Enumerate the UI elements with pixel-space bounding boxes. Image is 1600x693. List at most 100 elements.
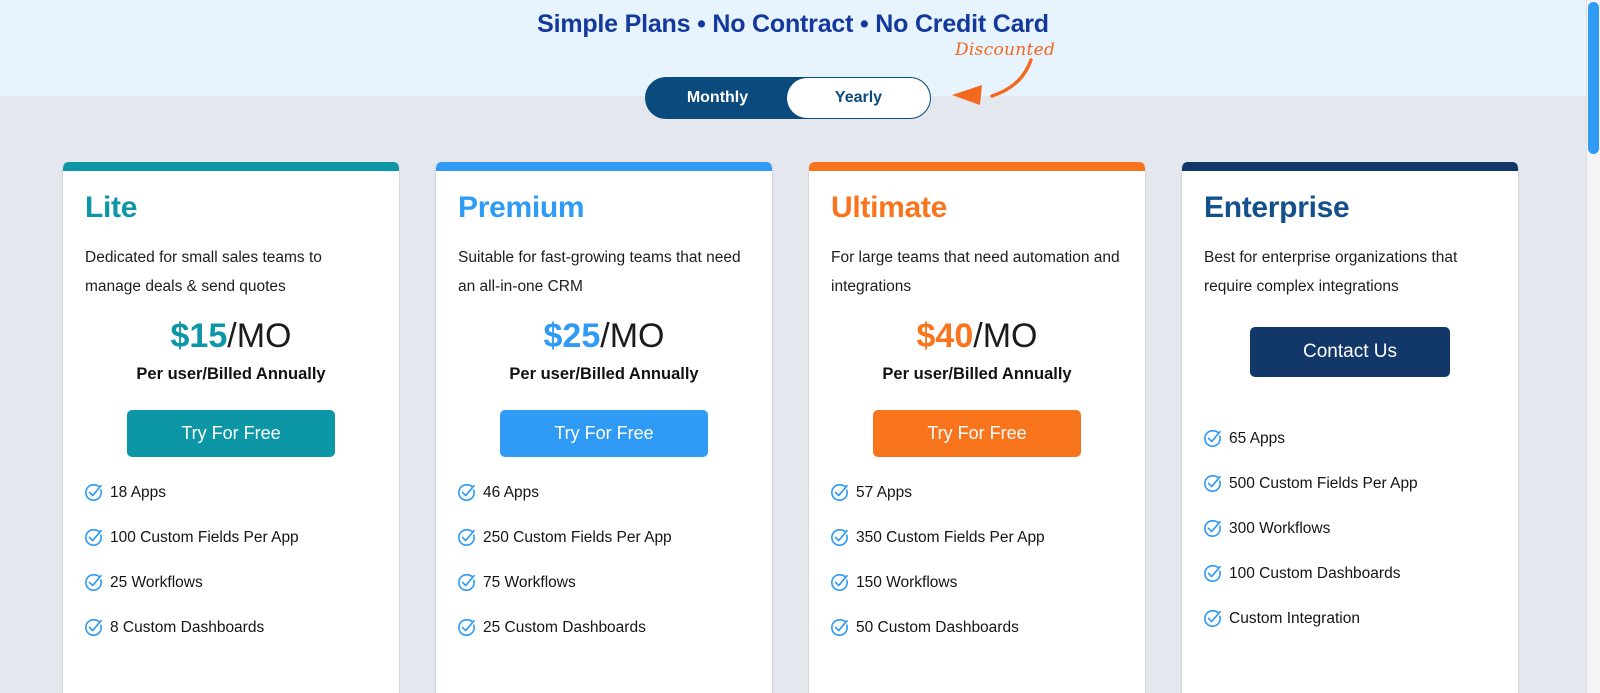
feature-item: 150 Workflows [831, 573, 1123, 592]
check-circle-icon [85, 574, 102, 591]
cta-wrap-lite: Try For Free [85, 410, 377, 457]
feature-label: 500 Custom Fields Per App [1229, 475, 1418, 492]
price-amount-lite: $15 [170, 317, 228, 355]
pricing-card-premium: Premium Suitable for fast-growing teams … [435, 162, 773, 693]
check-circle-icon [458, 619, 475, 636]
feature-item: 8 Custom Dashboards [85, 618, 377, 637]
discounted-annotation-label: Discounted [955, 40, 1056, 60]
card-accent-bar-ultimate [809, 162, 1145, 171]
check-circle-icon [458, 529, 475, 546]
feature-item: 100 Custom Fields Per App [85, 528, 377, 547]
cta-wrap-ultimate: Try For Free [831, 410, 1123, 457]
check-circle-icon [831, 574, 848, 591]
feature-label: 25 Custom Dashboards [483, 619, 646, 636]
feature-label: 57 Apps [856, 484, 913, 501]
card-accent-bar-lite [63, 162, 399, 171]
pricing-card-enterprise: Enterprise Best for enterprise organizat… [1181, 162, 1519, 693]
feature-item: 350 Custom Fields Per App [831, 528, 1123, 547]
price-period-premium: /MO [600, 317, 665, 355]
feature-label: 100 Custom Dashboards [1229, 565, 1401, 582]
check-circle-icon [85, 529, 102, 546]
feature-label: 25 Workflows [110, 574, 203, 591]
feature-label: 18 Apps [110, 484, 167, 501]
pricing-cards-row: Lite Dedicated for small sales teams to … [62, 162, 1519, 693]
billing-note-lite: Per user/Billed Annually [136, 365, 326, 383]
check-circle-icon [1204, 610, 1221, 627]
check-circle-icon [1204, 430, 1221, 447]
pricing-card-ultimate: Ultimate For large teams that need autom… [808, 162, 1146, 693]
cta-wrap-enterprise: Contact Us [1204, 327, 1496, 377]
feature-item: 25 Custom Dashboards [458, 618, 750, 637]
plan-name-lite: Lite [85, 191, 138, 224]
feature-list-enterprise: 65 Apps 500 Custom Fields Per App 300 Work… [1204, 429, 1496, 628]
plan-description-ultimate: For large teams that need automation and… [831, 249, 1120, 295]
feature-item: 75 Workflows [458, 573, 750, 592]
feature-item: 18 Apps [85, 483, 377, 502]
pricing-card-lite: Lite Dedicated for small sales teams to … [62, 162, 400, 693]
card-accent-bar-premium [436, 162, 772, 171]
contact-us-button[interactable]: Contact Us [1250, 327, 1450, 377]
plan-price-lite: $15/MO [85, 317, 377, 356]
feature-item: 46 Apps [458, 483, 750, 502]
feature-label: 250 Custom Fields Per App [483, 529, 672, 546]
try-for-free-button-ultimate[interactable]: Try For Free [873, 410, 1081, 457]
check-circle-icon [458, 574, 475, 591]
feature-item: 65 Apps [1204, 429, 1496, 448]
try-for-free-button-lite[interactable]: Try For Free [127, 410, 335, 457]
feature-label: 300 Workflows [1229, 520, 1331, 537]
plan-price-ultimate: $40/MO [831, 317, 1123, 356]
toggle-option-monthly[interactable]: Monthly [647, 79, 788, 117]
check-circle-icon [831, 484, 848, 501]
feature-item: Custom Integration [1204, 609, 1496, 628]
check-circle-icon [85, 484, 102, 501]
toggle-option-yearly[interactable]: Yearly [788, 79, 929, 117]
feature-item: 50 Custom Dashboards [831, 618, 1123, 637]
plan-name-ultimate: Ultimate [831, 191, 947, 224]
price-period-ultimate: /MO [973, 317, 1038, 355]
feature-label: 8 Custom Dashboards [110, 619, 265, 636]
feature-item: 100 Custom Dashboards [1204, 564, 1496, 583]
feature-label: 100 Custom Fields Per App [110, 529, 299, 546]
billing-period-toggle[interactable]: Monthly Yearly [645, 77, 931, 119]
feature-label: 350 Custom Fields Per App [856, 529, 1045, 546]
feature-item: 57 Apps [831, 483, 1123, 502]
feature-label: 150 Workflows [856, 574, 958, 591]
feature-item: 250 Custom Fields Per App [458, 528, 750, 547]
page-scrollbar-thumb[interactable] [1588, 2, 1599, 154]
check-circle-icon [831, 529, 848, 546]
discounted-arrow-icon [952, 58, 1033, 105]
plan-name-enterprise: Enterprise [1204, 191, 1350, 224]
feature-label: Custom Integration [1229, 610, 1360, 627]
feature-list-lite: 18 Apps 100 Custom Fields Per App 25 Workf… [85, 483, 377, 637]
billing-note-ultimate: Per user/Billed Annually [882, 365, 1072, 383]
price-amount-ultimate: $40 [916, 317, 974, 355]
check-circle-icon [85, 619, 102, 636]
price-period-lite: /MO [227, 317, 292, 355]
feature-label: 65 Apps [1229, 430, 1286, 447]
cta-wrap-premium: Try For Free [458, 410, 750, 457]
card-accent-bar-enterprise [1182, 162, 1518, 171]
feature-label: 46 Apps [483, 484, 540, 501]
feature-list-ultimate: 57 Apps 350 Custom Fields Per App 150 Work… [831, 483, 1123, 637]
feature-item: 500 Custom Fields Per App [1204, 474, 1496, 493]
plan-description-premium: Suitable for fast-growing teams that nee… [458, 249, 741, 295]
check-circle-icon [831, 619, 848, 636]
check-circle-icon [1204, 475, 1221, 492]
feature-item: 25 Workflows [85, 573, 377, 592]
plan-price-premium: $25/MO [458, 317, 750, 356]
page-scrollbar-track[interactable] [1586, 0, 1600, 693]
price-amount-premium: $25 [543, 317, 601, 355]
plan-description-enterprise: Best for enterprise organizations that r… [1204, 249, 1458, 295]
try-for-free-button-premium[interactable]: Try For Free [500, 410, 708, 457]
check-circle-icon [1204, 520, 1221, 537]
feature-item: 300 Workflows [1204, 519, 1496, 538]
plan-description-lite: Dedicated for small sales teams to manag… [85, 249, 322, 295]
feature-label: 50 Custom Dashboards [856, 619, 1019, 636]
plan-name-premium: Premium [458, 191, 585, 224]
billing-note-premium: Per user/Billed Annually [509, 365, 699, 383]
feature-label: 75 Workflows [483, 574, 576, 591]
page-title: Simple Plans • No Contract • No Credit C… [537, 10, 1049, 38]
check-circle-icon [458, 484, 475, 501]
check-circle-icon [1204, 565, 1221, 582]
feature-list-premium: 46 Apps 250 Custom Fields Per App 75 Workf… [458, 483, 750, 637]
